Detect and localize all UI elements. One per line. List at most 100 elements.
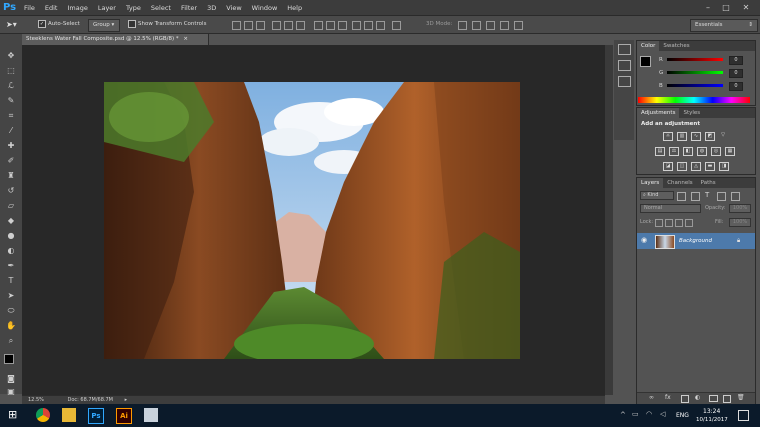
- tab-paths[interactable]: Paths: [697, 178, 720, 188]
- distribute-top-icon[interactable]: [314, 21, 323, 30]
- new-adjustment-layer-icon[interactable]: ◐: [695, 394, 700, 401]
- notepad-icon[interactable]: [144, 408, 158, 422]
- distribute-right-icon[interactable]: [376, 21, 385, 30]
- color-balance-icon[interactable]: ⚖: [669, 147, 679, 156]
- shape-tool-icon[interactable]: ⬭: [4, 305, 18, 317]
- zoom-level[interactable]: 12.5%: [28, 397, 44, 403]
- volume-icon[interactable]: ◁: [660, 410, 665, 418]
- close-window-icon[interactable]: ✕: [738, 0, 754, 15]
- add-mask-icon[interactable]: [681, 395, 689, 403]
- hue-saturation-icon[interactable]: ▤: [655, 147, 665, 156]
- layer-name[interactable]: Background: [679, 238, 712, 244]
- filter-smart-object-icon[interactable]: [731, 192, 740, 201]
- history-panel-icon[interactable]: [618, 44, 631, 55]
- layer-style-icon[interactable]: fx: [665, 394, 671, 401]
- maximize-icon[interactable]: □: [718, 0, 734, 15]
- eraser-tool-icon[interactable]: ▱: [4, 200, 18, 212]
- history-brush-tool-icon[interactable]: ↺: [4, 185, 18, 197]
- blue-value[interactable]: 0: [729, 82, 743, 91]
- layer-filter-kind-dropdown[interactable]: ⌕ Kind: [640, 191, 674, 200]
- 3d-roll-icon[interactable]: [472, 21, 481, 30]
- lock-all-icon[interactable]: [685, 219, 693, 227]
- workspace-dropdown[interactable]: Essentials ⇕: [690, 19, 758, 32]
- auto-select-target-dropdown[interactable]: Group ▾: [88, 19, 120, 32]
- filter-shape-icon[interactable]: [717, 192, 726, 201]
- tab-swatches[interactable]: Swatches: [659, 41, 693, 51]
- lasso-tool-icon[interactable]: ℒ: [4, 80, 18, 92]
- dodge-tool-icon[interactable]: ◐: [4, 245, 18, 257]
- move-tool-preset-icon[interactable]: ➤▾: [6, 19, 17, 30]
- gradient-map-icon[interactable]: ▬: [705, 162, 715, 171]
- selective-color-icon[interactable]: ◨: [719, 162, 729, 171]
- move-tool-icon[interactable]: ✥: [4, 50, 18, 62]
- actions-panel-icon[interactable]: [618, 60, 631, 71]
- doc-size-info[interactable]: Doc: 68.7M/68.7M: [67, 397, 113, 403]
- pen-tool-icon[interactable]: ✒: [4, 260, 18, 272]
- network-icon[interactable]: ▭: [632, 410, 639, 418]
- marquee-tool-icon[interactable]: ⬚: [4, 65, 18, 77]
- new-layer-icon[interactable]: [723, 395, 731, 403]
- windows-start-icon[interactable]: ⊞: [8, 408, 22, 422]
- menu-layer[interactable]: Layer: [93, 4, 121, 12]
- foreground-color-chip[interactable]: [640, 56, 651, 67]
- opacity-value[interactable]: 100%: [729, 204, 751, 213]
- clock-time[interactable]: 13:24: [703, 408, 720, 415]
- menu-window[interactable]: Window: [247, 4, 283, 12]
- properties-panel-icon[interactable]: [618, 76, 631, 87]
- filter-pixel-icon[interactable]: [677, 192, 686, 201]
- document-tab[interactable]: Steeklens Water Fall Composite.psd @ 12.…: [22, 34, 209, 45]
- align-right-icon[interactable]: [296, 21, 305, 30]
- lock-pixels-icon[interactable]: [665, 219, 673, 227]
- quick-mask-icon[interactable]: ◙: [4, 373, 18, 385]
- foreground-color-swatch[interactable]: [4, 354, 14, 364]
- eyedropper-tool-icon[interactable]: ⁄: [4, 125, 18, 137]
- menu-3d[interactable]: 3D: [202, 4, 221, 12]
- paint-bucket-tool-icon[interactable]: ◆: [4, 215, 18, 227]
- screen-mode-icon[interactable]: ▣: [4, 386, 18, 398]
- photo-filter-icon[interactable]: ◍: [697, 147, 707, 156]
- invert-icon[interactable]: ◪: [663, 162, 673, 171]
- filter-adjustment-icon[interactable]: [691, 192, 700, 201]
- tab-color[interactable]: Color: [637, 41, 660, 51]
- curves-icon[interactable]: ∿: [691, 132, 701, 141]
- color-spectrum-ramp[interactable]: [638, 97, 750, 103]
- green-slider[interactable]: [667, 71, 723, 74]
- delete-layer-icon[interactable]: 🗑︎: [737, 394, 745, 401]
- threshold-icon[interactable]: ◬: [691, 162, 701, 171]
- 3d-slide-icon[interactable]: [500, 21, 509, 30]
- chrome-icon[interactable]: [36, 408, 50, 422]
- filter-type-icon[interactable]: T: [705, 191, 709, 199]
- clone-stamp-tool-icon[interactable]: ♜: [4, 170, 18, 182]
- tab-channels[interactable]: Channels: [663, 178, 696, 188]
- show-transform-controls-checkbox[interactable]: Show Transform Controls: [128, 19, 206, 30]
- blue-slider[interactable]: [667, 84, 723, 87]
- clock-date[interactable]: 10/11/2017: [696, 417, 728, 423]
- align-bottom-icon[interactable]: [256, 21, 265, 30]
- auto-align-icon[interactable]: [392, 21, 401, 30]
- menu-help[interactable]: Help: [282, 4, 307, 12]
- file-explorer-icon[interactable]: [62, 408, 76, 422]
- posterize-icon[interactable]: ◫: [677, 162, 687, 171]
- distribute-center-icon[interactable]: [364, 21, 373, 30]
- menu-type[interactable]: Type: [121, 4, 146, 12]
- tab-styles[interactable]: Styles: [679, 108, 704, 118]
- fill-value[interactable]: 100%: [729, 218, 751, 227]
- align-center-icon[interactable]: [284, 21, 293, 30]
- wifi-icon[interactable]: ◠: [646, 410, 652, 418]
- illustrator-taskbar-icon[interactable]: Ai: [116, 408, 132, 424]
- blur-tool-icon[interactable]: ●: [4, 230, 18, 242]
- close-tab-icon[interactable]: ×: [183, 36, 188, 42]
- vertical-scrollbar[interactable]: [605, 45, 613, 395]
- quick-select-tool-icon[interactable]: ✎: [4, 95, 18, 107]
- minimize-icon[interactable]: –: [700, 0, 716, 15]
- lock-position-icon[interactable]: [675, 219, 683, 227]
- 3d-drag-icon[interactable]: [486, 21, 495, 30]
- color-lookup-icon[interactable]: ▦: [725, 147, 735, 156]
- type-tool-icon[interactable]: T: [4, 275, 18, 287]
- align-top-icon[interactable]: [232, 21, 241, 30]
- menu-view[interactable]: View: [221, 4, 246, 12]
- eye-visibility-icon[interactable]: ◉: [641, 236, 647, 244]
- tab-layers[interactable]: Layers: [637, 178, 664, 188]
- path-select-tool-icon[interactable]: ➤: [4, 290, 18, 302]
- menu-filter[interactable]: Filter: [176, 4, 202, 12]
